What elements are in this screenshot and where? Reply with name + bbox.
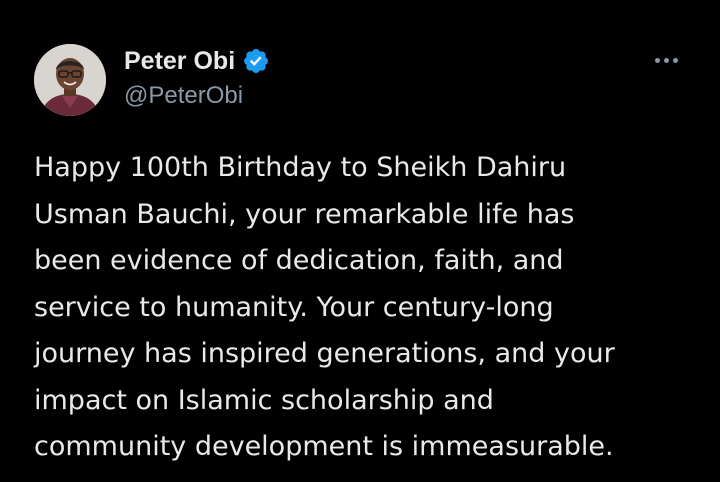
- tweet-text-line: service to humanity. Your century-long: [34, 291, 554, 323]
- tweet-text: Happy 100th Birthday to Sheikh Dahiru Us…: [34, 145, 704, 471]
- avatar[interactable]: [34, 44, 106, 116]
- tweet-text-line: Happy 100th Birthday to Sheikh Dahiru: [34, 152, 567, 183]
- more-dot: [654, 57, 660, 63]
- more-horizontal-icon[interactable]: [648, 48, 684, 72]
- more-dot: [672, 57, 678, 63]
- tweet-card: Peter Obi @PeterObi Happy 100th Birthday…: [0, 0, 720, 482]
- tweet-text-line: journey has inspired generations, and yo…: [34, 338, 615, 369]
- tweet-text-line: been evidence of dedication, faith, and: [34, 245, 564, 276]
- author-display-name[interactable]: Peter Obi: [124, 47, 235, 76]
- more-dot: [663, 57, 669, 63]
- author-handle[interactable]: @PeterObi: [124, 82, 243, 110]
- verified-badge-icon: [242, 47, 270, 75]
- author-name-row: Peter Obi: [124, 44, 270, 78]
- tweet-text-line: community development is immeasurable.: [34, 431, 614, 462]
- tweet-text-line: impact on Islamic scholarship and: [34, 384, 494, 416]
- tweet-text-line: Usman Bauchi, your remarkable life has: [34, 198, 575, 230]
- avatar-image: [34, 44, 106, 116]
